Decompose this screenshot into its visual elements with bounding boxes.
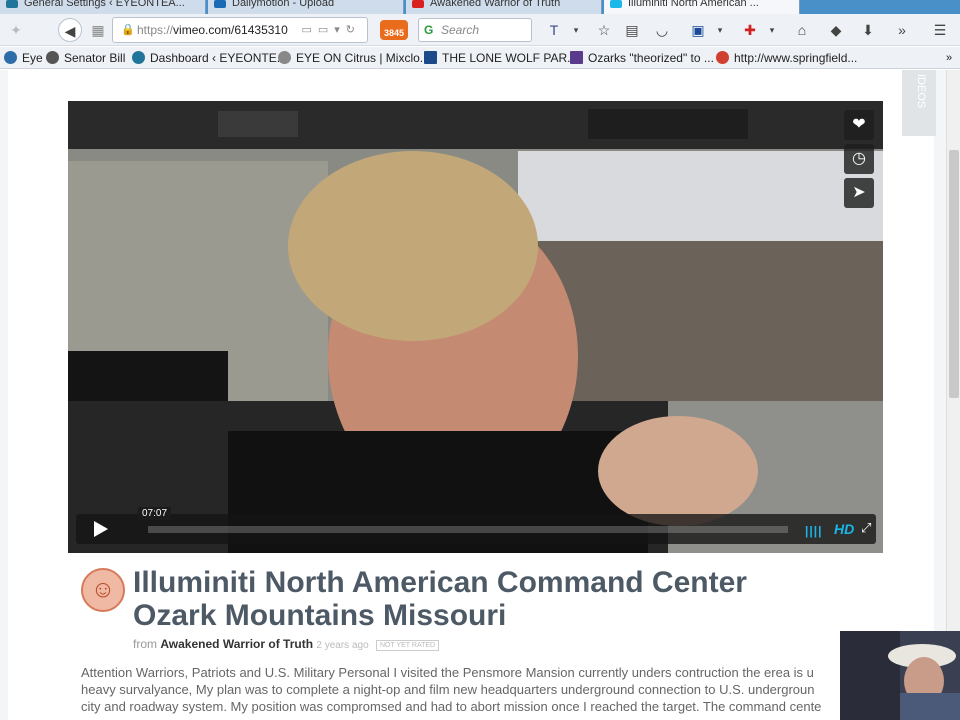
progress-track[interactable] — [148, 526, 788, 533]
search-input[interactable]: G Search — [418, 18, 532, 42]
videos-side-tab[interactable]: IDEOS — [902, 70, 936, 136]
bookmark-label: Eye — [22, 51, 43, 65]
star-icon[interactable]: ☆ — [592, 18, 616, 42]
tab-label: General Settings ‹ EYEONTEA... — [24, 0, 185, 9]
description-line: heavy survalyance, My plan was to comple… — [81, 682, 815, 697]
back-arrow-icon[interactable]: ◀ — [58, 18, 82, 42]
webcam-overlay — [840, 631, 960, 720]
send-icon: ➤ — [852, 184, 866, 201]
tab-label: Dailymotion - Upload — [232, 0, 335, 9]
cloud-icon — [716, 51, 729, 64]
bookmark-mixcloud[interactable]: EYE ON Citrus | Mixclo... — [278, 51, 430, 65]
player-controls: 07:07 |||| HD ⤢ — [76, 507, 876, 544]
tab-vimeo[interactable]: Illuminiti North American ... — [604, 0, 800, 14]
side-tab-label: IDEOS — [915, 74, 927, 109]
bookmark-senator[interactable]: Senator Bill — [46, 51, 125, 65]
overflow-icon[interactable]: » — [890, 18, 914, 42]
timestamp-label: 07:07 — [138, 507, 172, 520]
bookmark-label: EYE ON Citrus | Mixclo... — [296, 51, 430, 65]
firstaid-icon[interactable]: ✚ — [738, 18, 762, 42]
dailymotion-icon — [214, 0, 226, 8]
author-link[interactable]: Awakened Warrior of Truth — [160, 637, 313, 651]
youtube-icon — [412, 0, 424, 8]
reading-list-icon[interactable]: ▤ — [620, 18, 644, 42]
bookmark-label: THE LONE WOLF PAR... — [442, 51, 578, 65]
chevron-down-icon[interactable]: ▾ — [708, 18, 732, 42]
byline: from Awakened Warrior of Truth 2 years a… — [133, 637, 440, 651]
title-line-1: Illuminiti North American Command Center — [133, 566, 747, 599]
posted-time: 2 years ago — [316, 640, 369, 651]
chevron-down-icon[interactable]: ▾ — [564, 18, 588, 42]
scrollbar-thumb[interactable] — [949, 150, 959, 398]
bookmark-dashboard[interactable]: Dashboard ‹ EYEONTE... — [132, 51, 287, 65]
url-bar[interactable]: 🔒 https://vimeo.com/61435310 ▭▭▾↻ — [112, 17, 368, 43]
video-frame — [68, 101, 883, 553]
tab-dailymotion[interactable]: Dailymotion - Upload — [208, 0, 404, 14]
tab-label: Illuminiti North American ... — [628, 0, 759, 9]
pocket-icon[interactable]: ◡ — [650, 18, 674, 42]
page-title: Illuminiti North American Command Center… — [133, 566, 853, 632]
vimeo-icon — [610, 0, 622, 8]
bookmark-label: Ozarks "theorized" to ... — [588, 51, 714, 65]
video-player[interactable]: ❤ ◷ ➤ 07:07 |||| HD ⤢ — [68, 101, 883, 553]
wolf-icon — [424, 51, 437, 64]
title-line-2: Ozark Mountains Missouri — [133, 599, 507, 632]
url-host: vimeo.com/61435310 — [173, 23, 288, 37]
like-button[interactable]: ❤ — [844, 110, 874, 140]
scrollbar[interactable] — [946, 70, 960, 720]
tab-strip: General Settings ‹ EYEONTEA... Dailymoti… — [0, 0, 960, 14]
bookmark-springfield[interactable]: http://www.springfield... — [716, 51, 857, 65]
cloud-icon — [278, 51, 291, 64]
volume-icon[interactable]: |||| — [805, 524, 822, 538]
share-button[interactable]: ➤ — [844, 178, 874, 208]
eye-icon — [4, 51, 17, 64]
bookmark-label: Dashboard ‹ EYEONTE... — [150, 51, 287, 65]
description-line: Attention Warriors, Patriots and U.S. Mi… — [81, 665, 814, 680]
addon-badge[interactable]: 3845 — [380, 20, 408, 40]
image-icon — [570, 51, 583, 64]
heart-icon: ❤ — [852, 116, 866, 133]
description-line: city and roadway system. My position was… — [81, 699, 822, 714]
extension-icon[interactable]: ✦ — [4, 18, 28, 42]
rating-badge: NOT YET RATED — [376, 640, 440, 651]
from-label: from — [133, 637, 157, 651]
globe-icon — [46, 51, 59, 64]
wordpress-icon — [6, 0, 18, 8]
description: Attention Warriors, Patriots and U.S. Mi… — [81, 664, 841, 715]
play-button[interactable] — [94, 521, 108, 537]
fullscreen-icon[interactable]: ⤢ — [861, 520, 871, 536]
bookmark-ozarks[interactable]: Ozarks "theorized" to ... — [570, 51, 714, 65]
page-info-icon[interactable]: ▦ — [86, 18, 110, 42]
search-engine-icon: G — [424, 23, 434, 37]
reader-view-icon[interactable]: ▭▭▾↻ — [301, 18, 361, 42]
chevron-down-icon[interactable]: ▾ — [760, 18, 784, 42]
extension-t-icon[interactable]: T — [542, 18, 566, 42]
avatar[interactable]: ☺ — [81, 568, 125, 612]
bookmarks-bar: Eye Senator Bill Dashboard ‹ EYEONTE... … — [0, 47, 960, 69]
tab-label: Awakened Warrior of Truth — [430, 0, 561, 9]
save-icon[interactable]: ▣ — [686, 18, 710, 42]
hd-toggle[interactable]: HD — [834, 521, 854, 537]
clock-icon: ◷ — [852, 150, 866, 167]
search-placeholder: Search — [441, 23, 480, 37]
bookmark-label: Senator Bill — [64, 51, 126, 65]
bookmarks-overflow-icon[interactable]: » — [946, 51, 952, 65]
tab-general-settings[interactable]: General Settings ‹ EYEONTEA... — [0, 0, 206, 14]
url-protocol: https:// — [137, 23, 174, 37]
tab-youtube[interactable]: Awakened Warrior of Truth — [406, 0, 602, 14]
bookmark-label: http://www.springfield... — [734, 51, 858, 65]
lock-icon: 🔒 — [121, 24, 135, 36]
home-icon[interactable]: ⌂ — [790, 18, 814, 42]
download-icon[interactable]: ⬇ — [856, 18, 880, 42]
menu-icon[interactable]: ☰ — [928, 18, 952, 42]
badge-count: 3845 — [383, 28, 405, 38]
watch-later-button[interactable]: ◷ — [844, 144, 874, 174]
nav-toolbar: ✦ ◀ ▦ 🔒 https://vimeo.com/61435310 ▭▭▾↻ … — [0, 14, 960, 46]
bookmark-eye[interactable]: Eye — [4, 51, 43, 65]
sync-icon[interactable]: ◆ — [824, 18, 848, 42]
wordpress-icon — [132, 51, 145, 64]
bookmark-lone-wolf[interactable]: THE LONE WOLF PAR... — [424, 51, 577, 65]
webcam-image — [840, 631, 960, 720]
